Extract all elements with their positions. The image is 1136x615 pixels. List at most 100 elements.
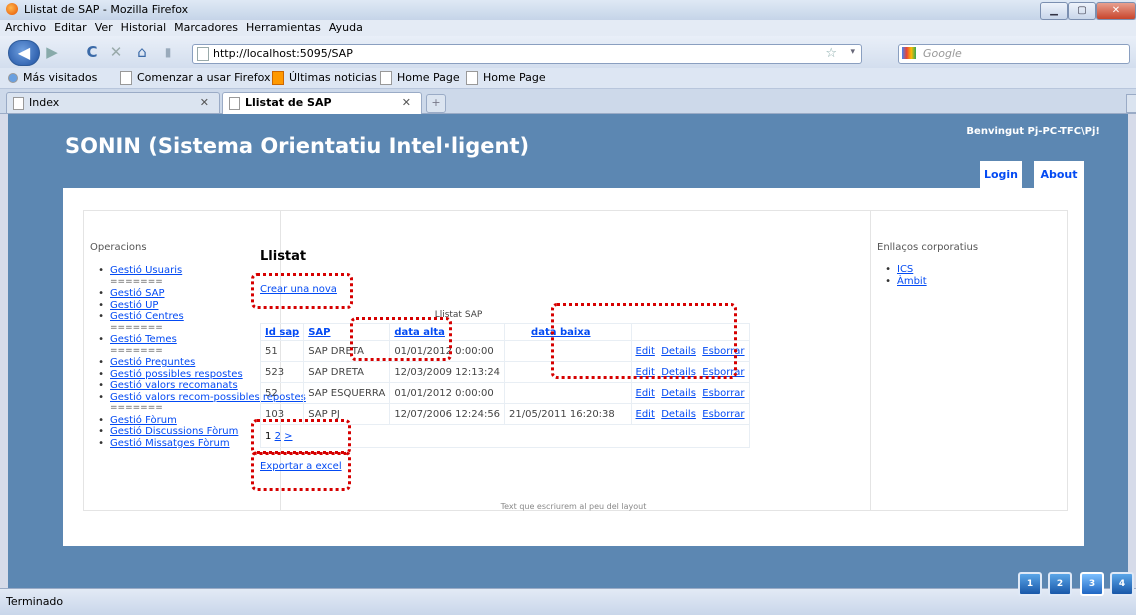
sidebar-link[interactable]: Gestió Temes [110, 334, 177, 345]
page-icon [466, 71, 478, 85]
google-icon [902, 47, 916, 59]
bookmark-home-page-1[interactable]: Home Page [380, 71, 460, 85]
column-id-sap[interactable]: Id sap [259, 323, 305, 341]
sort-link[interactable]: SAP [308, 327, 330, 338]
bookmark-label: Comenzar a usar Firefox [137, 71, 271, 84]
cell-id: 523 [259, 361, 305, 383]
navigation-toolbar: ◀ ▶ C ✕ ⌂ ▮ http://localhost:5095/SAP ☆ … [0, 36, 1136, 68]
status-bar: Terminado [0, 588, 1136, 615]
back-button[interactable]: ◀ [8, 40, 40, 66]
cell-actions: Edit Details Esborrar [630, 403, 750, 425]
cell-actions: Edit Details Esborrar [630, 382, 750, 404]
sidebar-link[interactable]: Gestió valors recomanats [110, 380, 238, 391]
highlight-annotation [350, 317, 452, 361]
menu-historial[interactable]: Historial [121, 20, 166, 36]
search-box[interactable]: Google ⌕ [898, 44, 1130, 64]
star-icon[interactable]: ☆ [825, 46, 837, 61]
bookmark-mas-visitados[interactable]: Más visitados [8, 71, 97, 84]
address-bar[interactable]: http://localhost:5095/SAP ☆ ▾ [192, 44, 862, 64]
rss-icon [272, 71, 284, 85]
window-title: Llistat de SAP - Mozilla Firefox [24, 3, 189, 16]
bookmark-label: Home Page [483, 71, 546, 84]
cell-data-alta: 12/07/2006 12:24:56 [389, 403, 506, 425]
edit-link[interactable]: Edit [636, 409, 655, 420]
close-window-button[interactable]: ✕ [1096, 2, 1136, 20]
tab-strip: Index ✕ Llistat de SAP ✕ + [0, 89, 1136, 114]
tab-list-button[interactable] [1126, 94, 1136, 113]
highlight-annotation [251, 451, 351, 491]
desktop-switcher-3[interactable]: 3 [1080, 572, 1104, 596]
search-placeholder: Google [923, 47, 962, 60]
corporate-link[interactable]: ICS [897, 264, 913, 275]
menu-ayuda[interactable]: Ayuda [329, 20, 363, 36]
cell-data-alta: 01/01/2012 0:00:00 [389, 382, 506, 404]
about-button[interactable]: About [1034, 161, 1084, 188]
signal-icon: ▮ [164, 45, 172, 59]
bookmark-ultimas-noticias[interactable]: Últimas noticias [272, 71, 377, 85]
menu-editar[interactable]: Editar [54, 20, 87, 36]
cell-data-baixa: 21/05/2011 16:20:38 [504, 403, 632, 425]
close-tab-icon[interactable]: ✕ [402, 96, 411, 109]
page-icon [120, 71, 132, 85]
edit-link[interactable]: Edit [636, 388, 655, 399]
sidebar-link[interactable]: Gestió SAP [110, 288, 165, 299]
login-button[interactable]: Login [980, 161, 1022, 188]
bookmark-comenzar[interactable]: Comenzar a usar Firefox [120, 71, 271, 85]
sidebar-heading: Operacions [90, 242, 147, 253]
desktop-switcher-1[interactable]: 1 [1018, 572, 1042, 596]
address-text: http://localhost:5095/SAP [213, 47, 353, 60]
bookmark-home-page-2[interactable]: Home Page [466, 71, 546, 85]
close-tab-icon[interactable]: ✕ [200, 96, 209, 109]
content-box: Operacions • Gestió Usuaris ======= • Gest… [83, 210, 1068, 511]
menu-archivo[interactable]: Archivo [5, 20, 46, 36]
dropdown-arrow-icon[interactable]: ▾ [850, 47, 855, 57]
page-heading: Llistat [260, 249, 307, 264]
forward-button[interactable]: ▶ [40, 41, 64, 63]
firefox-icon [6, 3, 18, 15]
delete-link[interactable]: Esborrar [702, 409, 744, 420]
web-page: SONIN (Sistema Orientatiu Intel·ligent) … [8, 114, 1128, 588]
desktop-switcher-4[interactable]: 4 [1110, 572, 1134, 596]
table-row: 52 SAP ESQUERRA 01/01/2012 0:00:00 Edit … [259, 382, 750, 404]
sidebar-link[interactable]: Gestió UP [110, 300, 158, 311]
new-tab-button[interactable]: + [426, 94, 446, 113]
menu-marcadores[interactable]: Marcadores [174, 20, 238, 36]
status-text: Terminado [6, 595, 64, 608]
main-content: Operacions • Gestió Usuaris ======= • Gest… [63, 188, 1084, 546]
sidebar-link[interactable]: Gestió Fòrum [110, 415, 177, 426]
tab-label: Llistat de SAP [245, 96, 332, 109]
link-item-ambit: • Àmbit [885, 275, 927, 287]
bookmarks-toolbar: Más visitados Comenzar a usar Firefox Úl… [0, 68, 1136, 89]
sidebar-link[interactable]: Gestió Centres [110, 311, 184, 322]
maximize-button[interactable]: ▢ [1068, 2, 1096, 20]
highlight-annotation [251, 273, 353, 309]
reload-button[interactable]: C [80, 41, 104, 63]
delete-link[interactable]: Esborrar [702, 388, 744, 399]
details-link[interactable]: Details [661, 388, 696, 399]
cell-data-alta: 12/03/2009 12:13:24 [389, 361, 506, 383]
corporate-link[interactable]: Àmbit [897, 276, 927, 287]
corporate-links-menu: • ICS • Àmbit [877, 264, 927, 287]
minimize-button[interactable]: ▁ [1040, 2, 1068, 20]
highlight-annotation [251, 419, 351, 455]
bookmark-label: Últimas noticias [289, 71, 377, 84]
details-link[interactable]: Details [661, 409, 696, 420]
tab-label: Index [29, 96, 60, 109]
most-visited-icon [8, 73, 18, 83]
menu-herramientas[interactable]: Herramientas [246, 20, 321, 36]
sidebar-heading: Enllaços corporatius [877, 242, 979, 253]
window-title-bar: Llistat de SAP - Mozilla Firefox ▁ ▢ ✕ [0, 0, 1136, 21]
sidebar-link[interactable]: Gestió Preguntes [110, 357, 195, 368]
desktop-switcher-2[interactable]: 2 [1048, 572, 1072, 596]
menu-ver[interactable]: Ver [95, 20, 113, 36]
sidebar-link[interactable]: Gestió Usuaris [110, 265, 182, 276]
sort-link[interactable]: Id sap [265, 327, 299, 338]
stop-button[interactable]: ✕ [104, 41, 128, 63]
tab-llistat-sap[interactable]: Llistat de SAP ✕ [222, 92, 422, 114]
sidebar-link[interactable]: Gestió Discussions Fòrum [110, 426, 238, 437]
sidebar-link[interactable]: Gestió possibles respostes [110, 369, 243, 380]
sidebar-link[interactable]: Gestió Missatges Fòrum [110, 438, 230, 449]
home-button[interactable]: ⌂ [130, 41, 154, 63]
page-footer: Text que escriurem al peu del layout [500, 502, 647, 511]
tab-index[interactable]: Index ✕ [6, 92, 220, 113]
